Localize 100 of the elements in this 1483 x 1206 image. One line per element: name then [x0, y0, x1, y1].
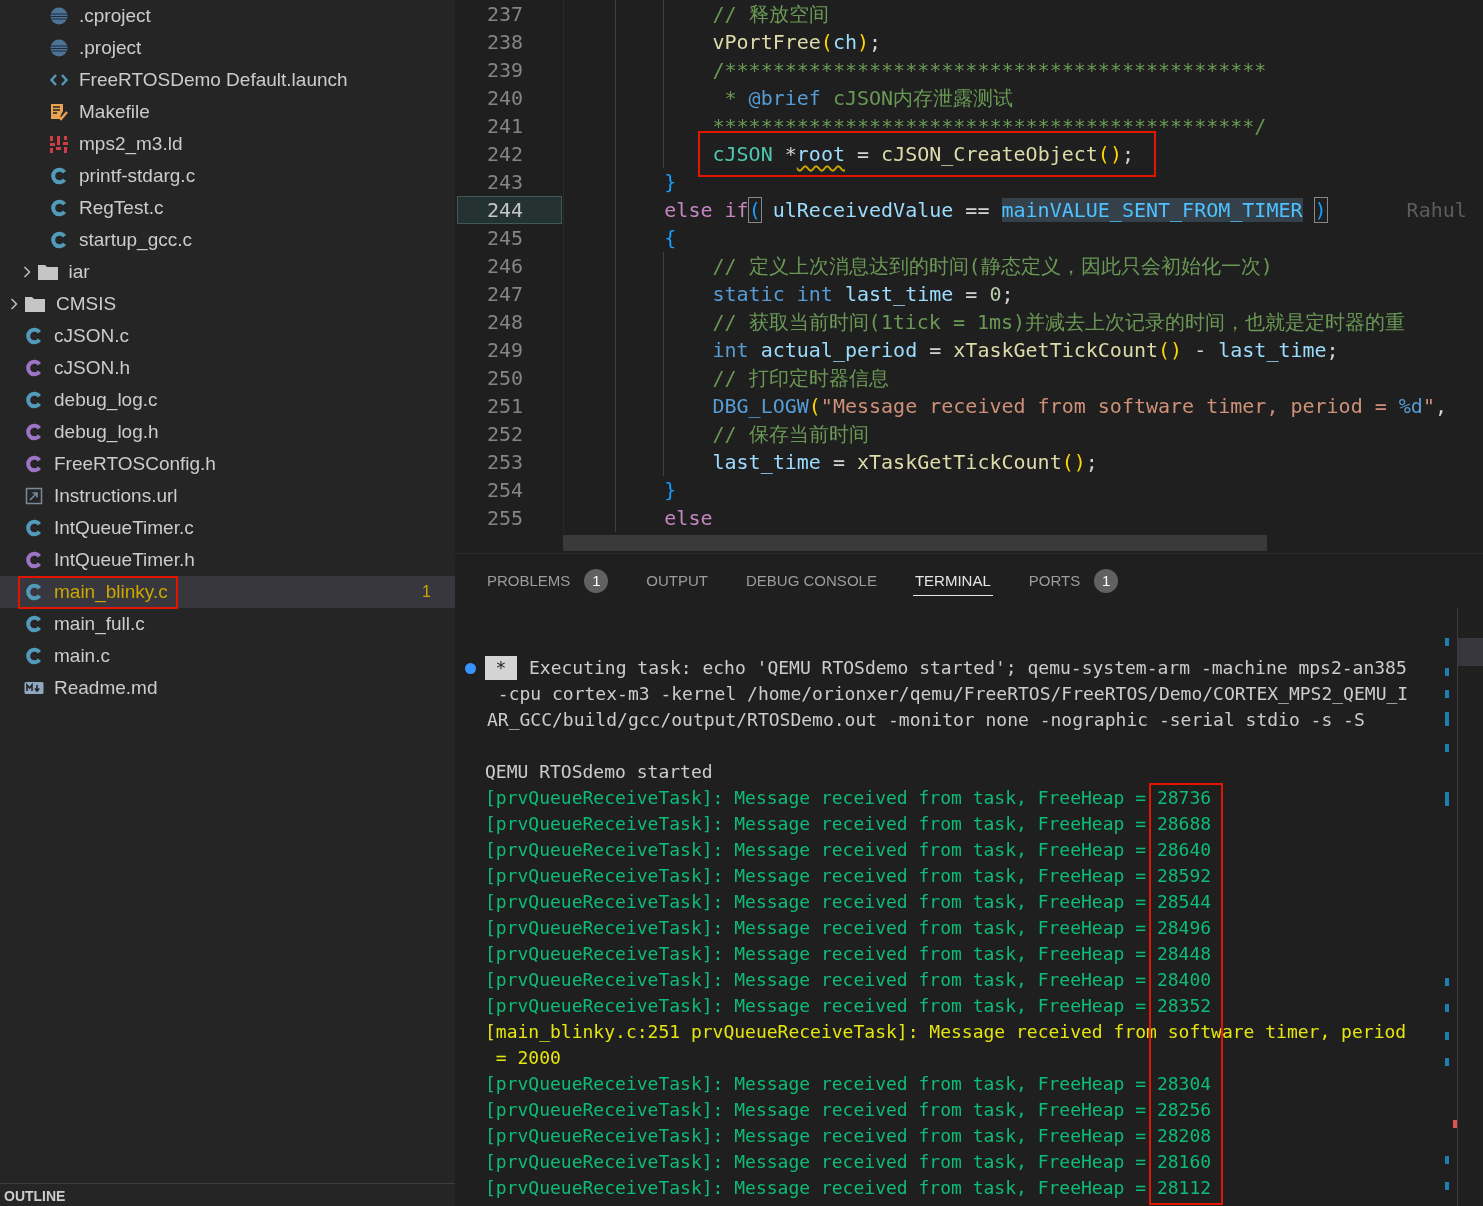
terminal-line: Executing task: echo 'QEMU RTOSdemo started'; qemu-system-arm -machine mps2-an385 — [529, 656, 1407, 680]
line-number: 253 — [485, 449, 524, 476]
code-line: cJSON *root = cJSON_CreateObject(); — [712, 142, 1134, 166]
folder-item[interactable]: iar — [0, 256, 455, 288]
line-number: 240 — [485, 85, 524, 112]
line-number: 246 — [485, 253, 524, 280]
terminal-tab-item[interactable] — [1458, 638, 1483, 666]
line-number: 248 — [485, 309, 524, 336]
disc-icon — [49, 38, 69, 58]
terminal-line: [prvQueueReceiveTask]: Message received from task, FreeHeap = 28592 — [485, 864, 1213, 888]
task-badge: * — [485, 656, 517, 680]
folder-item[interactable]: CMSIS — [0, 288, 455, 320]
code-line: // 保存当前时间 — [712, 421, 869, 446]
line-number: 249 — [485, 337, 524, 364]
folder-icon — [36, 262, 59, 282]
letter-c-icon — [24, 646, 44, 666]
code-line: // 释放空间 — [712, 1, 829, 26]
line-number: 255 — [485, 505, 524, 532]
line-number: 245 — [485, 225, 524, 252]
terminal-line: -cpu cortex-m3 -kernel /home/orionxer/qemu/FreeRTOS/FreeRTOS/Demo/CORTEX_MPS2_QEMU_I — [496, 682, 1410, 706]
line-number: 243 — [485, 169, 524, 196]
file-item[interactable]: Instructions.url — [0, 480, 455, 512]
file-item[interactable]: cJSON.c — [0, 320, 455, 352]
count-badge: 1 — [1094, 568, 1119, 593]
code-line: else if( ulReceivedValue == mainVALUE_SENT_FROM_TIMER ) — [664, 198, 1327, 222]
terminal-line: [prvQueueReceiveTask]: Message received from task, FreeHeap = 28112 — [485, 1176, 1213, 1200]
checklist-icon — [49, 102, 69, 122]
line-number: 239 — [485, 57, 524, 84]
code-line: // 定义上次消息达到的时间(静态定义，因此只会初始化一次) — [712, 253, 1273, 278]
terminal-line: AR_GCC/build/gcc/output/RTOSDemo.out -monitor none -nographic -serial stdio -s -S — [487, 708, 1366, 732]
terminal-line: [prvQueueReceiveTask]: Message received from task, FreeHeap = 28448 — [485, 942, 1213, 966]
file-item[interactable]: debug_log.c — [0, 384, 455, 416]
code-line: // 获取当前时间(1tick = 1ms)并减去上次记录的时间，也就是定时器的重 — [712, 309, 1406, 334]
file-item[interactable]: main.c — [0, 640, 455, 672]
terminal-line: [prvQueueReceiveTask]: Message received from task, FreeHeap = 28304 — [485, 1072, 1213, 1096]
code-line: int actual_period = xTaskGetTickCount() - last_time; — [712, 338, 1339, 362]
panel-tab[interactable]: PROBLEMS 1 — [485, 562, 611, 600]
file-item[interactable]: FreeRTOSDemo Default.launch — [0, 64, 455, 96]
code-line: { — [664, 226, 677, 250]
terminal-line: [prvQueueReceiveTask]: Message received from task, FreeHeap = 28544 — [485, 890, 1213, 914]
terminal-line: [prvQueueReceiveTask]: Message received from task, FreeHeap = 28208 — [485, 1124, 1213, 1148]
link-file-icon — [24, 486, 44, 506]
bars-icon — [49, 134, 69, 154]
panel-tab[interactable]: PORTS 1 — [1026, 562, 1121, 600]
line-number: 237 — [485, 1, 524, 28]
letter-c-icon — [24, 358, 44, 378]
folder-icon — [24, 294, 46, 314]
file-item[interactable]: Readme.md — [0, 672, 455, 704]
line-number: 250 — [485, 365, 524, 392]
section-title[interactable]: OUTLINE — [4, 1186, 66, 1206]
terminal-line: [prvQueueReceiveTask]: Message received from task, FreeHeap = 28640 — [485, 838, 1213, 862]
terminal-line: [prvQueueReceiveTask]: Message received from task, FreeHeap = 28400 — [485, 968, 1213, 992]
file-item[interactable]: IntQueueTimer.c — [0, 512, 455, 544]
file-item[interactable]: IntQueueTimer.h — [0, 544, 455, 576]
code-line: vPortFree(ch); — [712, 30, 882, 54]
file-item[interactable]: main_blinky.c 1 — [0, 576, 455, 608]
file-item[interactable]: RegTest.c — [0, 192, 455, 224]
panel-tab[interactable]: OUTPUT — [644, 566, 711, 596]
status-dot-icon — [465, 663, 476, 674]
line-number: 238 — [485, 29, 524, 56]
line-number: 251 — [485, 393, 524, 420]
code-line: /********************************************* — [712, 58, 1267, 82]
code-line: DBG_LOGW("Message received from software timer, period = %d", — [712, 394, 1447, 418]
panel-tab[interactable]: TERMINAL — [912, 566, 993, 596]
line-number: 242 — [485, 141, 524, 168]
letter-c-icon — [24, 422, 44, 442]
disc-icon — [49, 6, 69, 26]
file-item[interactable]: mps2_m3.ld — [0, 128, 455, 160]
code-line: * @brief cJSON内存泄露测试 — [723, 85, 1014, 110]
letter-c-icon — [49, 198, 69, 218]
letter-c-icon — [24, 326, 44, 346]
file-item[interactable]: Makefile — [0, 96, 455, 128]
letter-c-icon — [49, 230, 69, 250]
panel-tab[interactable]: DEBUG CONSOLE — [744, 566, 879, 596]
letter-c-icon — [24, 614, 44, 634]
file-item[interactable]: main_full.c — [0, 608, 455, 640]
terminal-line: [prvQueueReceiveTask]: Message received from task, FreeHeap = 28496 — [485, 916, 1213, 940]
line-number: 244 — [457, 196, 562, 224]
file-item[interactable]: .project — [0, 32, 455, 64]
terminal-line: [prvQueueReceiveTask]: Message received from task, FreeHeap = 28256 — [485, 1098, 1213, 1122]
line-number: 254 — [485, 477, 524, 504]
letter-c-icon — [24, 454, 44, 474]
terminal-line: QEMU RTOSdemo started — [485, 760, 714, 784]
horizontal-scrollbar[interactable] — [563, 535, 1267, 551]
file-item[interactable]: cJSON.h — [0, 352, 455, 384]
code-line: } — [664, 170, 677, 194]
code-line: // 打印定时器信息 — [712, 365, 889, 390]
file-item[interactable]: debug_log.h — [0, 416, 455, 448]
letter-c-icon — [24, 518, 44, 538]
letter-c-icon — [24, 582, 44, 602]
file-item[interactable]: .cproject — [0, 0, 455, 32]
file-item[interactable]: printf-stdarg.c — [0, 160, 455, 192]
file-item[interactable]: FreeRTOSConfig.h — [0, 448, 455, 480]
line-number: 252 — [485, 421, 524, 448]
file-item[interactable]: startup_gcc.c — [0, 224, 455, 256]
terminal-line: [prvQueueReceiveTask]: Message received from task, FreeHeap = 28352 — [485, 994, 1213, 1018]
count-badge: 1 — [584, 568, 609, 593]
blame-annotation: Rahul — [1406, 198, 1467, 222]
letter-c-icon — [49, 166, 69, 186]
terminal-line: = 2000 — [494, 1046, 562, 1070]
